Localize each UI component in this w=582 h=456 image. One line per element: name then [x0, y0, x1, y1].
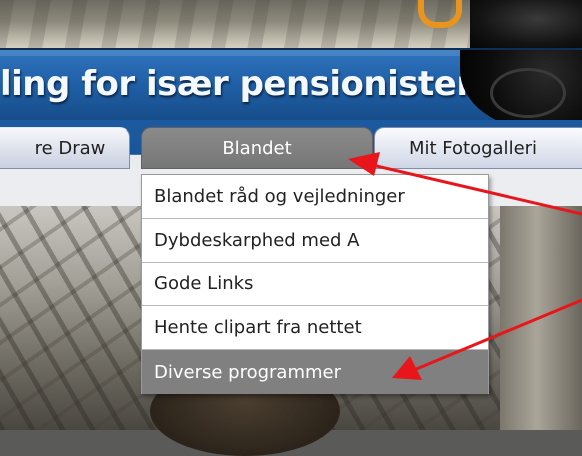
banner-camera-image: [470, 0, 582, 48]
tab-blandet[interactable]: Blandet: [141, 127, 373, 169]
site-title: ling for især pensionister: [0, 64, 473, 104]
menu-item-label: Gode Links: [154, 273, 254, 295]
menu-item-label: Hente clipart fra nettet: [154, 317, 362, 339]
blandet-dropdown-menu: Blandet råd og vejledninger Dybdeskarphe…: [141, 174, 489, 394]
site-title-bar: ling for især pensionister: [0, 48, 582, 130]
menu-item-label: Diverse programmer: [154, 361, 342, 383]
camera-lens-ring: [490, 68, 566, 118]
menu-item-hente-clipart[interactable]: Hente clipart fra nettet: [142, 306, 488, 351]
banner-orange-shape: [418, 0, 462, 28]
menu-item-label: Blandet råd og vejledninger: [154, 185, 405, 207]
tab-mit-fotogalleri[interactable]: Mit Fotogalleri: [374, 127, 582, 169]
menu-item-diverse-programmer[interactable]: Diverse programmer: [142, 350, 488, 394]
menu-item-dybdeskarphed[interactable]: Dybdeskarphed med A: [142, 219, 488, 263]
tab-mit-fotogalleri-label: Mit Fotogalleri: [409, 137, 538, 159]
menu-item-blandet-raad[interactable]: Blandet råd og vejledninger: [142, 175, 488, 219]
camera-lens-image: [460, 50, 582, 130]
menu-item-gode-links[interactable]: Gode Links: [142, 263, 488, 307]
tab-draw-label: re Draw: [34, 137, 106, 159]
photo-tree-trunk: [500, 206, 582, 430]
tab-draw[interactable]: re Draw: [0, 127, 130, 169]
menu-item-label: Dybdeskarphed med A: [154, 229, 360, 251]
tab-blandet-label: Blandet: [222, 137, 292, 159]
banner-photo: [0, 0, 582, 48]
